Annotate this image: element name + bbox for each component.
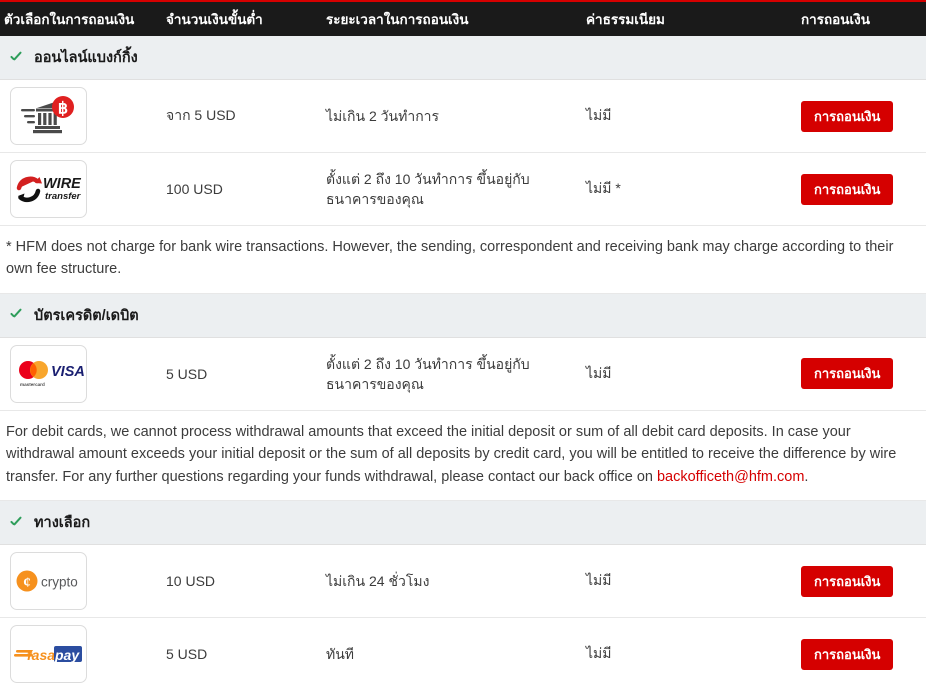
- mastercard-visa-logo: mastercard VISA: [10, 345, 87, 403]
- debit-card-note: For debit cards, we cannot process withd…: [0, 411, 926, 501]
- back-office-email-link[interactable]: backofficeth@hfm.com: [657, 469, 804, 485]
- withdraw-button[interactable]: การถอนเงิน: [801, 358, 893, 389]
- processing-time-text: ตั้งแต่ 2 ถึง 10 วันทำการ ขึ้นอยู่กับธนา…: [326, 171, 530, 207]
- fasapay-logo-svg: fasa pay: [14, 641, 84, 667]
- section-header-online-banking: ออนไลน์แบงก์กิ้ง: [0, 36, 926, 80]
- crypto-logo-svg: ¢ crypto: [15, 566, 83, 596]
- fee-value: ไม่มี *: [580, 178, 795, 200]
- method-logo-cell: mastercard VISA: [0, 345, 160, 403]
- method-logo-cell: ¢ crypto: [0, 552, 160, 610]
- svg-text:crypto: crypto: [41, 575, 78, 590]
- fee-value: ไม่มี: [580, 105, 795, 127]
- table-row: ฿ จาก 5 USD ไม่เกิน 2 วันทำการ ไม่มี การ…: [0, 80, 926, 153]
- minimum-amount: จาก 5 USD: [160, 105, 320, 127]
- processing-time-text: ไม่เกิน 24 ชั่วโมง: [326, 573, 429, 589]
- wire-transfer-logo-svg: WIRE transfer: [15, 171, 83, 207]
- processing-time: ไม่เกิน 2 วันทำการ: [320, 106, 580, 126]
- action-cell: การถอนเงิน: [795, 101, 926, 132]
- svg-text:WIRE: WIRE: [43, 176, 82, 192]
- column-header-minimum: จำนวนเงินขั้นต่ำ: [160, 8, 320, 30]
- method-logo-cell: ฿: [0, 87, 160, 145]
- column-header-fee: ค่าธรรมเนียม: [580, 8, 795, 30]
- processing-time-text: ทันที: [326, 646, 354, 662]
- crypto-logo: ¢ crypto: [10, 552, 87, 610]
- column-header-time: ระยะเวลาในการถอนเงิน: [320, 8, 580, 30]
- action-cell: การถอนเงิน: [795, 174, 926, 205]
- bank-baht-icon: ฿: [10, 87, 87, 145]
- check-icon: [8, 306, 26, 324]
- minimum-amount: 10 USD: [160, 573, 320, 589]
- table-row: WIRE transfer 100 USD ตั้งแต่ 2 ถึง 10 ว…: [0, 153, 926, 226]
- section-header-cards: บัตรเครดิต/เดบิต: [0, 294, 926, 338]
- fee-value: ไม่มี: [580, 570, 795, 592]
- wire-transfer-logo: WIRE transfer: [10, 160, 87, 218]
- section-header-alternatives: ทางเลือก: [0, 501, 926, 545]
- section-header-alternatives-label: ทางเลือก: [34, 511, 90, 534]
- column-header-method: ตัวเลือกในการถอนเงิน: [0, 8, 160, 30]
- fee-value: ไม่มี: [580, 363, 795, 385]
- bank-baht-icon-svg: ฿: [20, 96, 78, 136]
- mastercard-visa-logo-svg: mastercard VISA: [14, 357, 84, 391]
- action-cell: การถอนเงิน: [795, 566, 926, 597]
- fee-value: ไม่มี: [580, 643, 795, 665]
- minimum-amount: 100 USD: [160, 181, 320, 197]
- processing-time-text: ไม่เกิน 2 วันทำการ: [326, 108, 439, 124]
- debit-card-note-text-2: .: [804, 469, 808, 485]
- wire-fee-note: * HFM does not charge for bank wire tran…: [0, 226, 926, 294]
- withdraw-button[interactable]: การถอนเงิน: [801, 566, 893, 597]
- withdraw-button[interactable]: การถอนเงิน: [801, 101, 893, 132]
- svg-text:fasa: fasa: [27, 647, 55, 663]
- svg-text:mastercard: mastercard: [20, 382, 45, 387]
- check-icon: [8, 49, 26, 67]
- action-cell: การถอนเงิน: [795, 639, 926, 670]
- minimum-amount: 5 USD: [160, 366, 320, 382]
- section-header-online-banking-label: ออนไลน์แบงก์กิ้ง: [34, 46, 138, 69]
- check-icon: [8, 514, 26, 532]
- svg-text:฿: ฿: [57, 101, 67, 118]
- column-header-action: การถอนเงิน: [795, 8, 926, 30]
- table-header-row: ตัวเลือกในการถอนเงิน จำนวนเงินขั้นต่ำ ระ…: [0, 0, 926, 36]
- processing-time: ไม่เกิน 24 ชั่วโมง: [320, 571, 580, 591]
- processing-time: ตั้งแต่ 2 ถึง 10 วันทำการ ขึ้นอยู่กับธนา…: [320, 354, 580, 395]
- action-cell: การถอนเงิน: [795, 358, 926, 389]
- table-row: ¢ crypto 10 USD ไม่เกิน 24 ชั่วโมง ไม่มี…: [0, 545, 926, 618]
- withdraw-button[interactable]: การถอนเงิน: [801, 639, 893, 670]
- withdraw-button[interactable]: การถอนเงิน: [801, 174, 893, 205]
- svg-text:VISA: VISA: [51, 364, 84, 380]
- withdrawal-methods-table: ตัวเลือกในการถอนเงิน จำนวนเงินขั้นต่ำ ระ…: [0, 0, 926, 684]
- svg-text:¢: ¢: [23, 575, 31, 591]
- fasapay-logo: fasa pay: [10, 625, 87, 683]
- svg-text:pay: pay: [54, 647, 80, 663]
- processing-time: ทันที: [320, 644, 580, 664]
- processing-time: ตั้งแต่ 2 ถึง 10 วันทำการ ขึ้นอยู่กับธนา…: [320, 169, 580, 210]
- method-logo-cell: WIRE transfer: [0, 160, 160, 218]
- method-logo-cell: fasa pay: [0, 625, 160, 683]
- table-row: mastercard VISA 5 USD ตั้งแต่ 2 ถึง 10 ว…: [0, 338, 926, 411]
- section-header-cards-label: บัตรเครดิต/เดบิต: [34, 304, 139, 327]
- table-row: fasa pay 5 USD ทันที ไม่มี การถอนเงิน: [0, 618, 926, 684]
- minimum-amount: 5 USD: [160, 646, 320, 662]
- processing-time-text: ตั้งแต่ 2 ถึง 10 วันทำการ ขึ้นอยู่กับธนา…: [326, 356, 530, 392]
- svg-text:transfer: transfer: [45, 191, 82, 202]
